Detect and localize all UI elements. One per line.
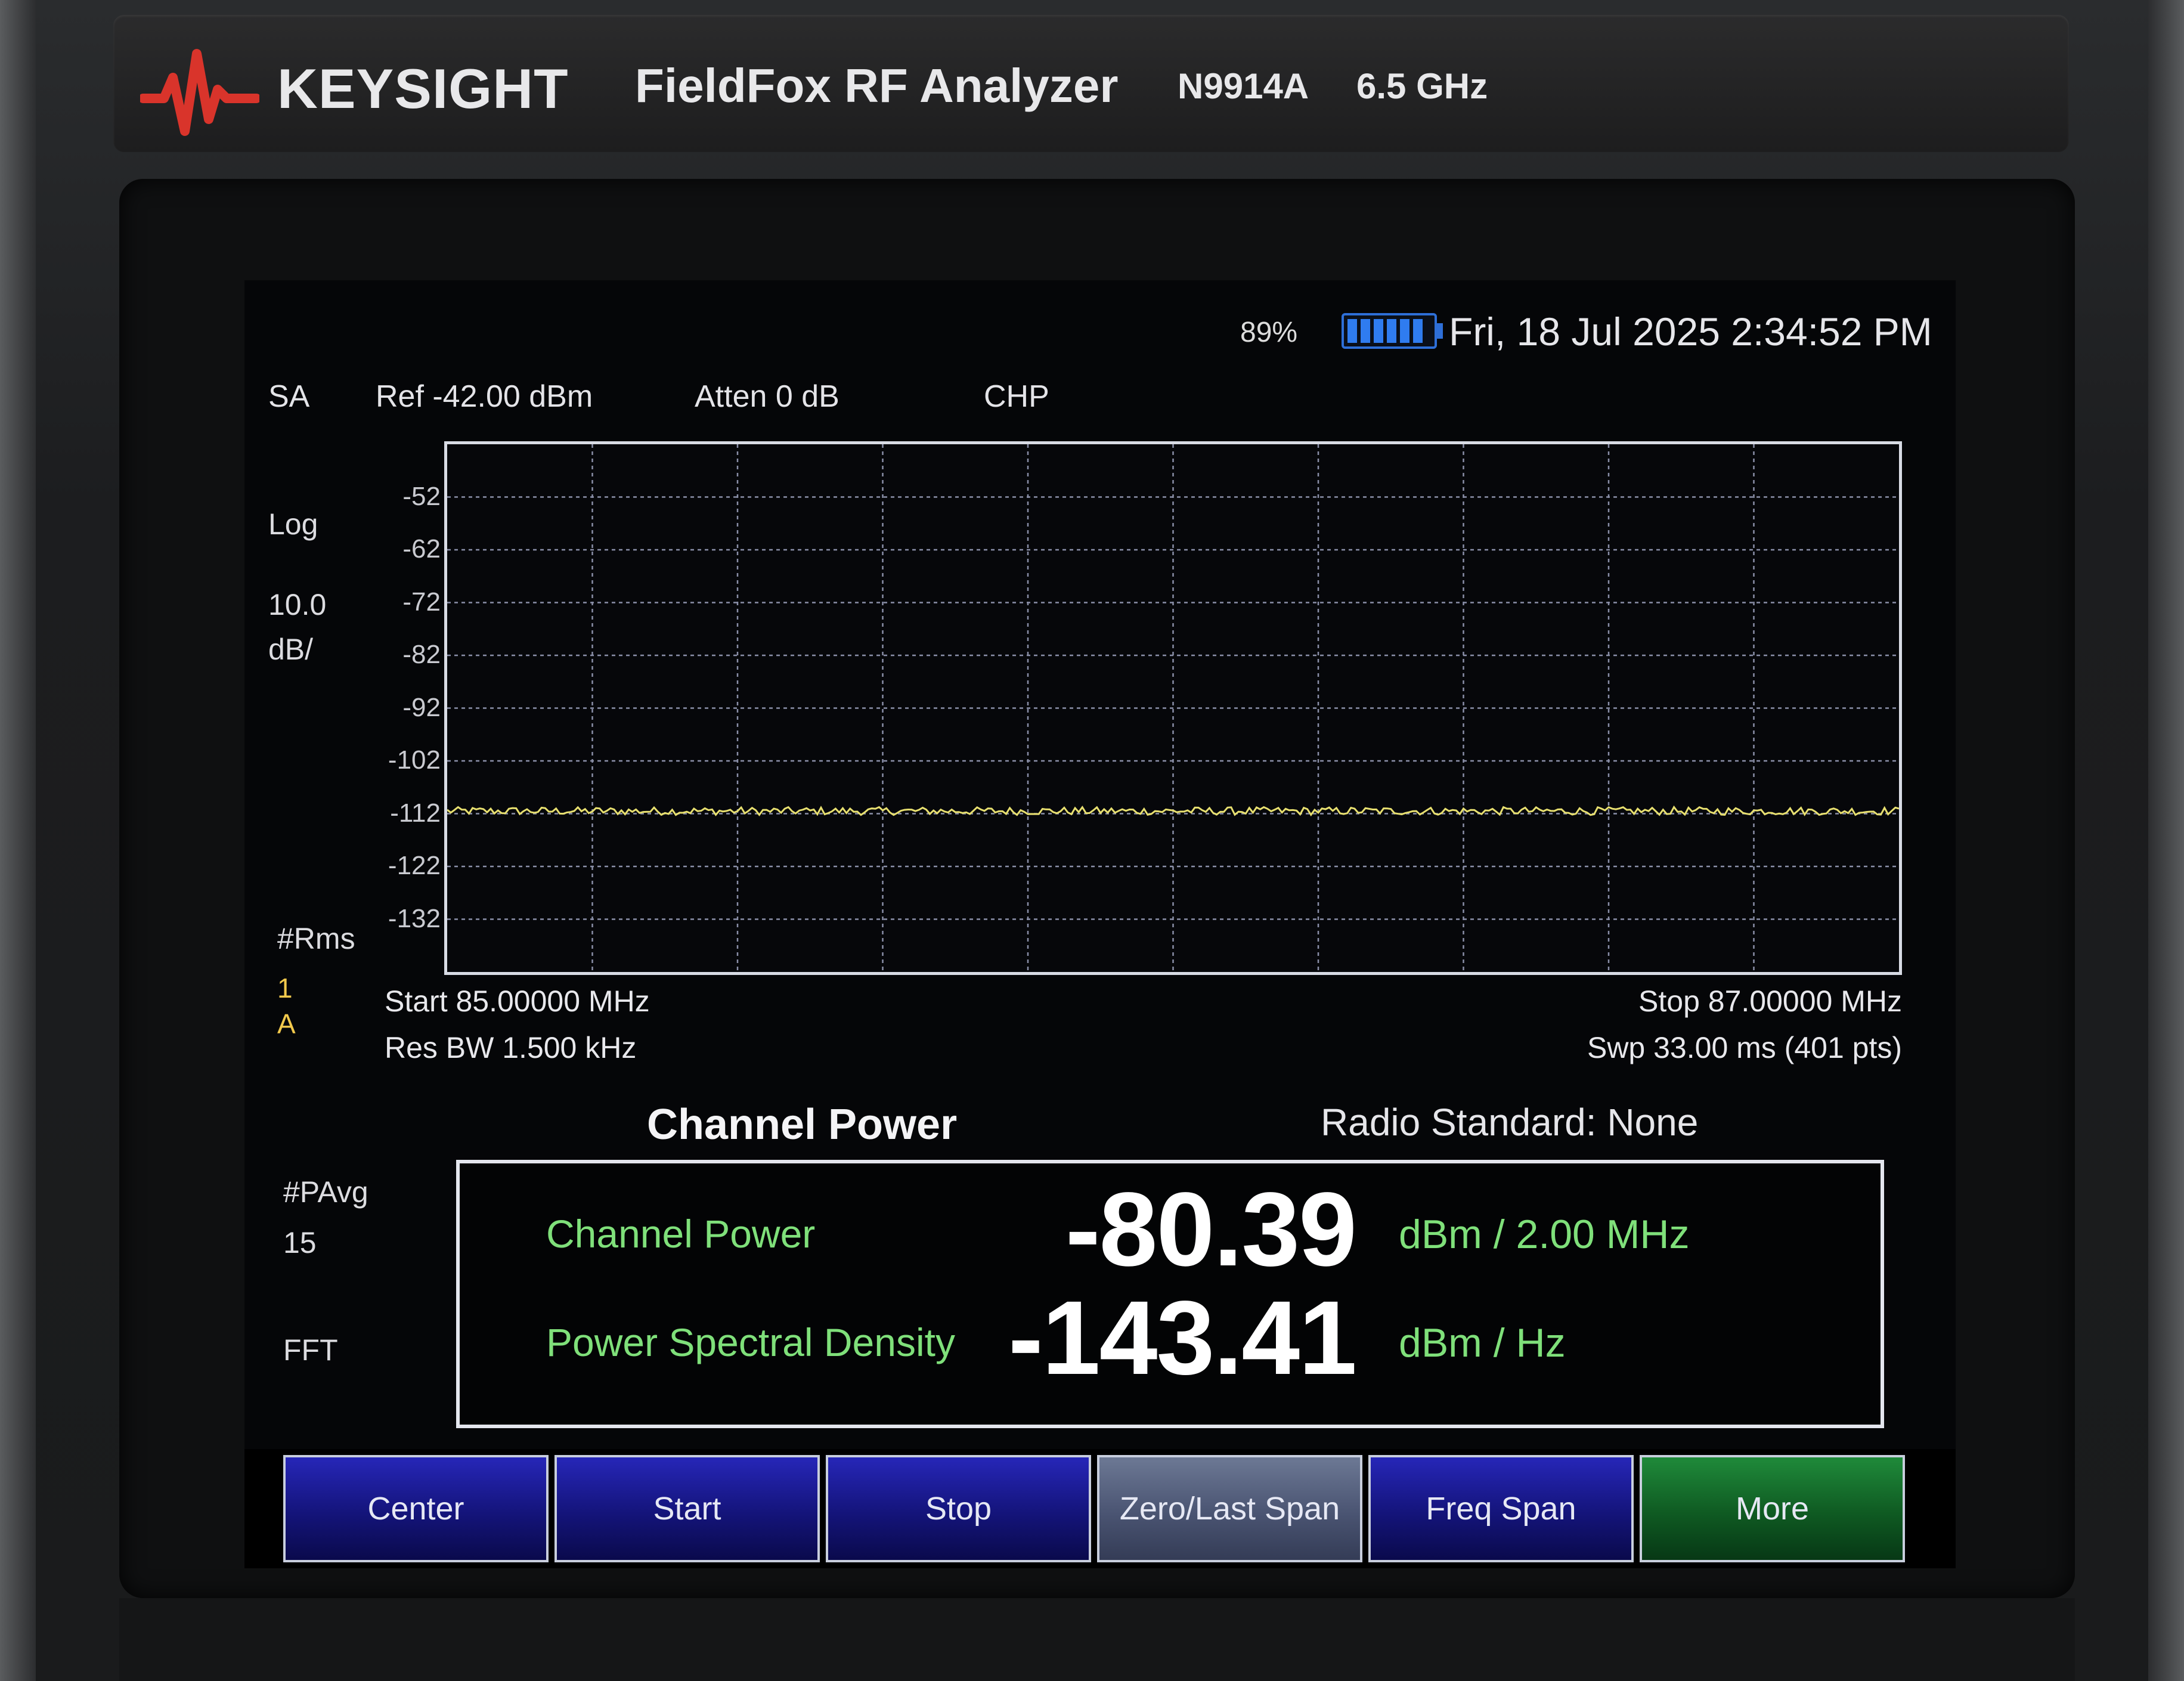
stop-frequency[interactable]: Stop 87.00000 MHz: [1638, 984, 1902, 1018]
battery-icon: [1342, 313, 1437, 349]
status-datetime: Fri, 18 Jul 2025 2:34:52 PM: [1449, 309, 1932, 354]
resolution-bandwidth[interactable]: Res BW 1.500 kHz: [385, 1030, 636, 1065]
analyzer-screen: 89% Fri, 18 Jul 2025 2:34:52 PM SA Ref -…: [244, 280, 1956, 1568]
frequency-rating: 6.5 GHz: [1356, 66, 1488, 106]
trace-number: 1: [277, 973, 293, 1004]
battery-tip: [1437, 323, 1443, 339]
channel-power-value: -80.39: [1065, 1171, 1357, 1288]
y-tick-label: -112: [390, 798, 441, 828]
y-tick-label: -62: [402, 534, 441, 564]
bezel-edge-right: [2148, 0, 2184, 1681]
mode-label: SA: [268, 379, 310, 414]
y-tick-label: -82: [402, 640, 441, 669]
measurement-results-box: Channel Power -80.39 dBm / 2.00 MHz Powe…: [456, 1160, 1884, 1428]
softkey-freq-span[interactable]: Freq Span: [1368, 1455, 1634, 1562]
plot-grid: [447, 444, 1899, 972]
bezel-edge-left: [0, 0, 36, 1681]
scale-value: 10.0: [268, 588, 327, 621]
psd-unit: dBm / Hz: [1399, 1320, 1566, 1366]
device-bottom-bezel: [119, 1598, 2075, 1681]
fft-label: FFT: [283, 1333, 338, 1367]
channel-power-unit: dBm / 2.00 MHz: [1399, 1212, 1690, 1257]
y-tick-label: -132: [388, 903, 441, 933]
battery-level-fill: [1347, 319, 1426, 343]
power-avg-value: 15: [283, 1226, 317, 1259]
measurement-mode: CHP: [984, 379, 1049, 414]
psd-value: -143.41: [1008, 1280, 1357, 1397]
psd-label: Power Spectral Density: [546, 1320, 955, 1364]
channel-power-label: Channel Power: [546, 1212, 816, 1256]
sweep-time[interactable]: Swp 33.00 ms (401 pts): [1587, 1030, 1902, 1065]
keysight-wave-icon: [140, 49, 259, 136]
softkey-more[interactable]: More: [1640, 1455, 1905, 1562]
softkey-bar: Center Start Stop Zero/Last Span Freq Sp…: [244, 1449, 1956, 1568]
product-name: FieldFox RF Analyzer: [635, 59, 1119, 112]
trace-letter: A: [277, 1008, 296, 1039]
attenuation[interactable]: Atten 0 dB: [695, 379, 839, 414]
scale-type: Log: [268, 507, 318, 541]
measurement-title: Channel Power: [647, 1101, 958, 1148]
spectrum-svg: [447, 444, 1899, 972]
model-number: N9914A: [1178, 66, 1309, 106]
scale-unit: dB/: [268, 633, 314, 666]
brand-name: KEYSIGHT: [277, 57, 569, 120]
radio-standard: Radio Standard: None: [1321, 1101, 1699, 1144]
softkey-start[interactable]: Start: [554, 1455, 820, 1562]
softkey-zero-last-span[interactable]: Zero/Last Span: [1097, 1455, 1362, 1562]
y-tick-label: -52: [402, 481, 441, 511]
softkey-center[interactable]: Center: [283, 1455, 549, 1562]
power-avg-label: #PAvg: [283, 1175, 368, 1209]
y-tick-label: -72: [402, 587, 441, 617]
y-tick-label: -122: [388, 851, 441, 880]
detector-label: #Rms: [277, 922, 355, 955]
start-frequency[interactable]: Start 85.00000 MHz: [385, 984, 650, 1018]
battery-percent: 89%: [1240, 317, 1298, 348]
softkey-stop[interactable]: Stop: [826, 1455, 1091, 1562]
ref-level[interactable]: Ref -42.00 dBm: [376, 379, 593, 414]
y-tick-label: -92: [402, 692, 441, 722]
y-tick-label: -102: [388, 745, 441, 775]
spectrum-plot[interactable]: [444, 441, 1902, 975]
